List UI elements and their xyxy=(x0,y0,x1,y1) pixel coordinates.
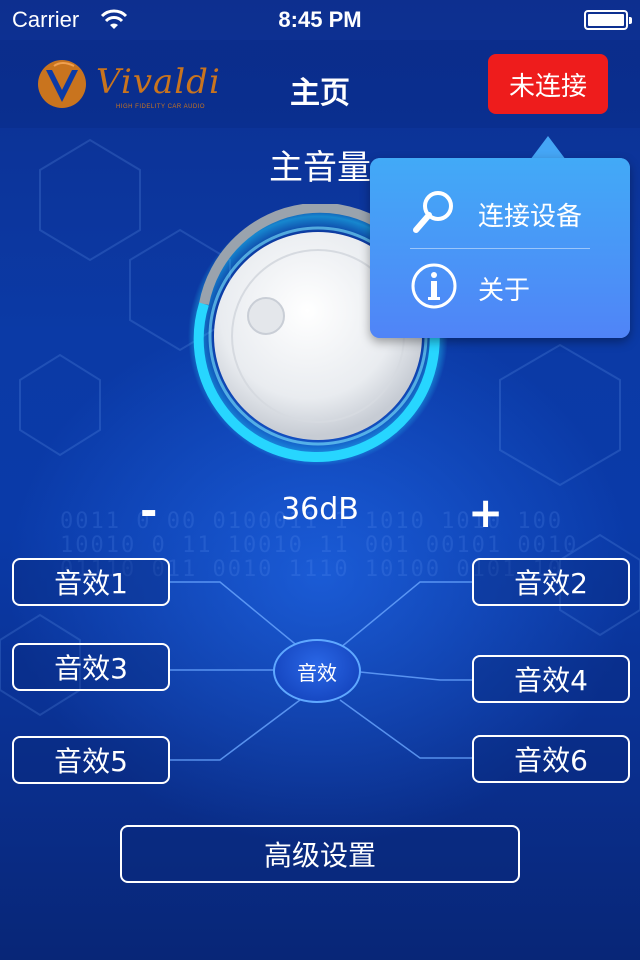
page-title: 主页 xyxy=(290,76,350,111)
effect-2-button[interactable]: 音效2 xyxy=(472,558,630,606)
menu-item-label: 连接设备 xyxy=(478,202,583,232)
battery-full-icon xyxy=(584,10,632,30)
status-time: 8:45 PM xyxy=(278,7,362,32)
connection-popover-menu: 连接设备 关于 xyxy=(370,158,630,338)
effect-3-button[interactable]: 音效3 xyxy=(12,643,170,691)
menu-item-about[interactable]: 关于 xyxy=(370,248,630,322)
search-icon xyxy=(413,191,453,233)
logo-tagline: HIGH FIDELITY CAR AUDIO xyxy=(116,104,206,110)
volume-down-button[interactable]: - xyxy=(140,486,157,535)
logo-text: Vivaldi xyxy=(96,62,221,102)
menu-item-label: 关于 xyxy=(478,276,531,306)
menu-item-connect-device[interactable]: 连接设备 xyxy=(370,174,630,248)
effect-1-button[interactable]: 音效1 xyxy=(12,558,170,606)
popover-arrow xyxy=(530,136,566,160)
effect-4-button[interactable]: 音效4 xyxy=(472,655,630,703)
info-icon xyxy=(411,263,457,309)
status-bar: Carrier 8:45 PM xyxy=(0,0,640,40)
advanced-settings-button[interactable]: 高级设置 xyxy=(120,825,520,883)
effect-5-button[interactable]: 音效5 xyxy=(12,736,170,784)
volume-value: 36dB xyxy=(281,492,359,527)
volume-up-button[interactable]: + xyxy=(468,488,503,537)
effect-hub: 音效 xyxy=(273,639,361,703)
effect-6-button[interactable]: 音效6 xyxy=(472,735,630,783)
connection-status-button[interactable]: 未连接 xyxy=(488,54,608,114)
